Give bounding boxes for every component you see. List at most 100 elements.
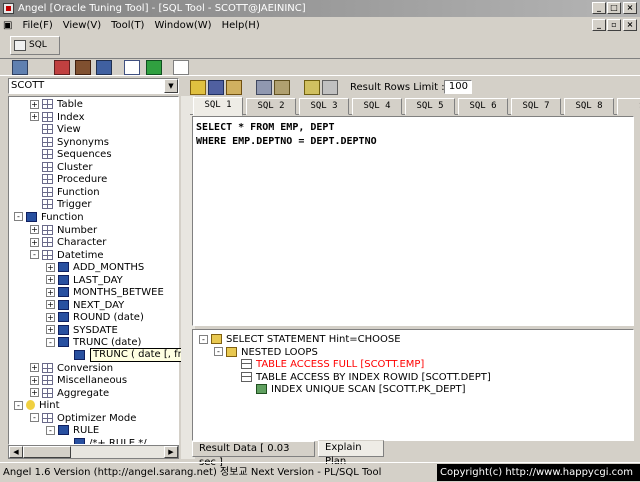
plan-node[interactable]: - NESTED LOOPS	[214, 346, 318, 359]
tab-sql-8[interactable]: SQL 8	[564, 98, 614, 115]
expand-icon[interactable]: +	[46, 287, 55, 297]
doc-close-button[interactable]: ×	[623, 19, 637, 31]
expand-icon[interactable]: +	[30, 225, 39, 234]
expand-icon[interactable]: +	[30, 99, 39, 109]
collapse-icon[interactable]: -	[30, 413, 39, 423]
expand-icon[interactable]: +	[46, 325, 55, 335]
tab-sql-6[interactable]: SQL 6	[458, 98, 508, 115]
tab-explain-plan[interactable]: Explain Plan	[318, 440, 384, 467]
minimize-button[interactable]: _	[592, 2, 606, 14]
tree-item[interactable]: + Conversion	[30, 362, 113, 376]
edit-icon[interactable]	[226, 80, 242, 95]
tree-item[interactable]: + ROUND (date)	[46, 312, 144, 325]
result-rows-input[interactable]: 100	[444, 80, 472, 94]
rollback-icon[interactable]	[96, 60, 112, 75]
tree-item[interactable]: + MONTHS_BETWEE	[46, 287, 164, 300]
plan-node[interactable]: TABLE ACCESS FULL [SCOTT.EMP]	[229, 359, 424, 371]
next-icon[interactable]	[304, 80, 320, 95]
scroll-right-icon[interactable]: ▶	[164, 446, 178, 458]
tree-item[interactable]: + NEXT_DAY	[46, 299, 124, 313]
expand-icon[interactable]: +	[30, 237, 39, 247]
chevron-down-icon[interactable]: ▼	[164, 79, 178, 93]
tab-sql-9[interactable]: S	[617, 98, 640, 115]
maximize-button[interactable]: □	[607, 2, 621, 14]
menu-view[interactable]: View(V)	[58, 17, 106, 34]
expand-icon[interactable]: +	[46, 262, 55, 272]
tree-item[interactable]: + Aggregate	[30, 387, 109, 401]
tab-sql-3[interactable]: SQL 3	[299, 98, 349, 115]
explain-icon[interactable]	[274, 80, 290, 95]
tab-result-data[interactable]: Result Data [ 0.03 sec ]	[192, 441, 315, 468]
document-menu-icon[interactable]: ▣	[0, 17, 17, 34]
menu-file[interactable]: File(F)	[17, 17, 57, 34]
export-icon[interactable]	[146, 60, 162, 75]
tree-item[interactable]: - Function	[14, 211, 84, 225]
collapse-icon[interactable]: -	[46, 337, 55, 347]
menu-help[interactable]: Help(H)	[217, 17, 265, 34]
execute-icon[interactable]	[256, 80, 272, 95]
tree-item[interactable]: Cluster	[30, 161, 93, 175]
collapse-icon[interactable]: -	[214, 347, 223, 356]
expand-icon[interactable]: +	[30, 363, 39, 373]
collapse-icon[interactable]: -	[30, 250, 39, 260]
tree-item[interactable]: Procedure	[30, 174, 107, 187]
connect-icon[interactable]	[12, 60, 28, 75]
expand-icon[interactable]: +	[30, 375, 39, 385]
collapse-icon[interactable]: -	[199, 334, 208, 344]
tree-item[interactable]: - Hint	[14, 400, 60, 413]
tree-item[interactable]: View	[30, 124, 81, 137]
close-button[interactable]: ×	[623, 2, 637, 14]
tree-item[interactable]: Synonyms	[30, 136, 109, 150]
tab-sql-5[interactable]: SQL 5	[405, 98, 455, 115]
tree-item[interactable]: + SYSDATE	[46, 324, 118, 338]
list-icon[interactable]	[322, 80, 338, 95]
menu-window[interactable]: Window(W)	[149, 17, 216, 34]
tree-item[interactable]: - Datetime	[30, 249, 104, 263]
expand-icon[interactable]: +	[46, 300, 55, 310]
tab-sql-1[interactable]: SQL 1	[193, 97, 243, 116]
tree-item[interactable]: + Number	[30, 224, 97, 238]
doc-restore-button[interactable]: ▫	[607, 19, 621, 31]
tab-sql-7[interactable]: SQL 7	[511, 98, 561, 115]
plan-node[interactable]: - SELECT STATEMENT Hint=CHOOSE	[199, 334, 401, 346]
tree-item[interactable]	[62, 350, 89, 363]
tree-item[interactable]: Sequences	[30, 149, 112, 162]
tree-item[interactable]: + Character	[30, 237, 106, 250]
expand-icon[interactable]: +	[46, 275, 55, 285]
menu-tool[interactable]: Tool(T)	[106, 17, 149, 34]
collapse-icon[interactable]: -	[46, 425, 55, 435]
tree-item[interactable]: - Optimizer Mode	[30, 412, 136, 426]
schema-select[interactable]: SCOTT ▼	[8, 78, 179, 94]
tab-sql-document[interactable]: SQL	[10, 36, 60, 55]
collapse-icon[interactable]: -	[14, 212, 23, 222]
tree-item[interactable]: + ADD_MONTHS	[46, 262, 144, 275]
tab-sql-4[interactable]: SQL 4	[352, 98, 402, 115]
window-tile-icon[interactable]	[124, 60, 140, 75]
disconnect-icon[interactable]	[54, 60, 70, 75]
tree-item[interactable]: - RULE	[46, 425, 99, 438]
plan-node[interactable]: TABLE ACCESS BY INDEX ROWID [SCOTT.DEPT]	[229, 371, 491, 384]
tree-item[interactable]: /*+ RULE */	[62, 437, 147, 444]
expand-icon[interactable]: +	[46, 312, 55, 322]
expand-icon[interactable]: +	[30, 112, 39, 122]
tree-item[interactable]: + LAST_DAY	[46, 274, 123, 288]
open-icon[interactable]	[190, 80, 206, 95]
tree-horizontal-scrollbar[interactable]: ◀ ▶	[8, 445, 179, 459]
expand-icon[interactable]: +	[30, 388, 39, 398]
scroll-thumb[interactable]	[23, 446, 71, 458]
plan-node[interactable]: INDEX UNIQUE SCAN [SCOTT.PK_DEPT]	[244, 384, 466, 396]
doc-minimize-button[interactable]: _	[592, 19, 606, 31]
save-icon[interactable]	[208, 80, 224, 95]
tree-item[interactable]: + Table	[30, 99, 83, 112]
collapse-icon[interactable]: -	[14, 400, 23, 410]
tree-item[interactable]: Trigger	[30, 199, 92, 212]
commit-icon[interactable]	[75, 60, 91, 75]
tree-item[interactable]: + Index	[30, 111, 85, 125]
sql-editor[interactable]: SELECT * FROM EMP, DEPT WHERE EMP.DEPTNO …	[192, 116, 634, 326]
chart-icon[interactable]	[173, 60, 189, 75]
grid-icon	[42, 99, 53, 109]
tree-item[interactable]: + Miscellaneous	[30, 375, 127, 388]
tree-item[interactable]: Function	[30, 186, 100, 200]
tab-sql-2[interactable]: SQL 2	[246, 98, 296, 115]
scroll-left-icon[interactable]: ◀	[9, 446, 23, 458]
